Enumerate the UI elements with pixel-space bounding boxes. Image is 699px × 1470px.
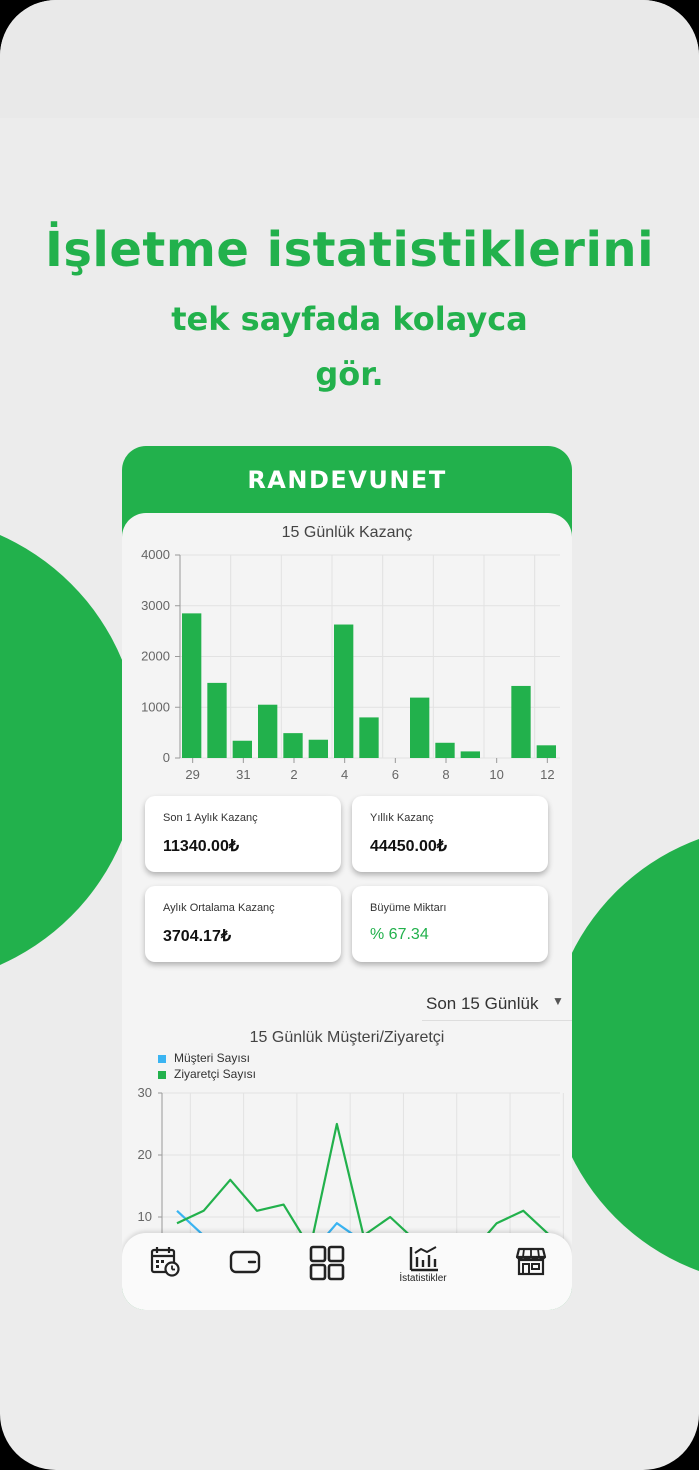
headline-line-3: gör. bbox=[315, 355, 384, 393]
app-content: 15 Günlük Kazanç 0 1000 2000 3000 4000 29 31 2 4… bbox=[122, 513, 572, 1310]
promo-frame: İşletme istatistiklerini tek sayfada kol… bbox=[0, 0, 699, 1470]
bottom-navigation: İstatistikler bbox=[122, 1233, 572, 1310]
growth-card[interactable]: Büyüme Miktarı % 67.34 bbox=[352, 886, 548, 962]
bar-29 bbox=[182, 613, 202, 758]
wallet-icon bbox=[229, 1250, 261, 1274]
decorative-circle-left bbox=[0, 515, 140, 985]
nav-item-store[interactable] bbox=[500, 1233, 560, 1310]
headline-line-2: tek sayfada kolayca bbox=[171, 300, 528, 338]
x-tick-label: 8 bbox=[442, 767, 449, 782]
yearly-earnings-value: 44450.00₺ bbox=[370, 838, 447, 855]
period-select-value: Son 15 Günlük bbox=[426, 994, 539, 1013]
bar-3 bbox=[308, 739, 328, 758]
nav-item-calendar[interactable] bbox=[134, 1233, 194, 1310]
store-icon bbox=[515, 1247, 547, 1276]
average-earnings-label: Aylık Ortalama Kazanç bbox=[163, 902, 275, 914]
y-tick-label: 20 bbox=[138, 1147, 152, 1162]
monthly-earnings-card[interactable]: Son 1 Aylık Kazanç 11340.00₺ bbox=[145, 796, 341, 872]
app-screen: RANDEVUNET 15 Günlük Kazanç 0 1000 2000 300… bbox=[122, 446, 572, 1310]
bar-2 bbox=[283, 733, 303, 758]
growth-label: Büyüme Miktarı bbox=[370, 902, 447, 914]
bar-11 bbox=[511, 685, 531, 758]
app-title: RANDEVUNET bbox=[247, 466, 447, 494]
legend-visitors: Ziyaretçi Sayısı bbox=[158, 1067, 256, 1081]
legend-swatch-customers bbox=[158, 1054, 166, 1063]
y-tick-label: 4000 bbox=[141, 547, 170, 562]
earnings-chart-title: 15 Günlük Kazanç bbox=[281, 524, 413, 541]
visitors-series-line bbox=[176, 1122, 551, 1241]
y-tick-label: 1000 bbox=[141, 699, 170, 714]
headline-line-1: İşletme istatistiklerini bbox=[44, 222, 655, 278]
x-tick-label: 4 bbox=[341, 767, 348, 782]
monthly-earnings-label: Son 1 Aylık Kazanç bbox=[163, 812, 258, 824]
x-tick-label: 31 bbox=[236, 767, 250, 782]
y-tick-label: 30 bbox=[138, 1085, 152, 1100]
average-earnings-card[interactable]: Aylık Ortalama Kazanç 3704.17₺ bbox=[145, 886, 341, 962]
legend-label-customers: Müşteri Sayısı bbox=[174, 1051, 251, 1065]
legend-label-visitors: Ziyaretçi Sayısı bbox=[174, 1067, 257, 1081]
growth-value: % 67.34 bbox=[370, 926, 429, 943]
yearly-earnings-card[interactable]: Yıllık Kazanç 44450.00₺ bbox=[352, 796, 548, 872]
x-tick-label: 10 bbox=[489, 767, 503, 782]
chevron-down-icon: ▼ bbox=[552, 994, 564, 1008]
x-tick-label: 2 bbox=[290, 767, 297, 782]
monthly-earnings-value: 11340.00₺ bbox=[163, 838, 240, 855]
y-tick-label: 10 bbox=[138, 1209, 152, 1224]
bar-9 bbox=[460, 751, 480, 758]
nav-label-statistics: İstatistikler bbox=[399, 1273, 447, 1284]
bar-7 bbox=[410, 697, 430, 758]
bar-31 bbox=[232, 740, 252, 758]
period-select[interactable]: Son 15 Günlük ▼ bbox=[422, 990, 572, 1021]
bar-30 bbox=[207, 682, 227, 758]
visitors-line-chart: 10 20 30 bbox=[138, 1085, 564, 1241]
bar-12 bbox=[536, 745, 556, 758]
nav-item-dashboard[interactable] bbox=[294, 1233, 354, 1310]
calendar-icon bbox=[150, 1247, 180, 1277]
bar-5 bbox=[359, 717, 379, 758]
dashboard-grid-icon bbox=[309, 1245, 345, 1281]
legend-swatch-visitors bbox=[158, 1070, 166, 1079]
nav-item-statistics[interactable]: İstatistikler bbox=[393, 1233, 453, 1310]
average-earnings-value: 3704.17₺ bbox=[163, 928, 232, 945]
x-tick-label: 12 bbox=[540, 767, 554, 782]
statistics-icon bbox=[409, 1246, 438, 1272]
x-tick-label: 29 bbox=[185, 767, 199, 782]
y-tick-label: 0 bbox=[163, 750, 170, 765]
bar-8 bbox=[435, 742, 455, 758]
x-tick-label: 6 bbox=[392, 767, 399, 782]
bar-1 bbox=[258, 704, 278, 758]
yearly-earnings-label: Yıllık Kazanç bbox=[370, 812, 434, 824]
legend-customers: Müşteri Sayısı bbox=[158, 1051, 250, 1065]
nav-item-wallet[interactable] bbox=[214, 1233, 274, 1310]
bar-4 bbox=[334, 624, 354, 758]
y-tick-label: 2000 bbox=[141, 649, 170, 664]
top-band bbox=[0, 0, 699, 118]
earnings-bar-chart: 0 1000 2000 3000 4000 29 31 2 4 6 8 10 12 bbox=[141, 547, 560, 782]
y-tick-label: 3000 bbox=[141, 598, 170, 613]
visitors-chart-title: 15 Günlük Müşteri/Ziyaretçi bbox=[249, 1029, 445, 1046]
